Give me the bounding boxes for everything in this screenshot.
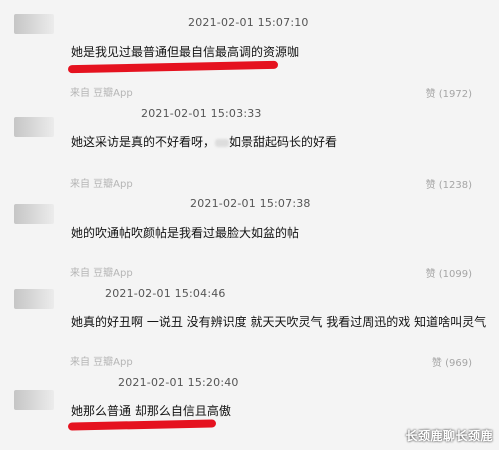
comment-time: 2021-02-01 15:03:33 [141, 107, 262, 120]
comment-source: 来自 豆瓣App [70, 357, 133, 368]
comment-card: 2021-02-01 15:03:33 她这采访是真的不好看呀， 如景甜起码长的好… [0, 103, 499, 195]
comment-text: 她那么普通 却那么自信且高傲 [71, 404, 231, 418]
comment-text-part: 如景甜起码长的好看 [229, 135, 338, 149]
avatar[interactable] [14, 289, 54, 309]
comment-time: 2021-02-01 15:04:46 [105, 287, 226, 300]
watermark: 长颈鹿聊长颈鹿 [405, 429, 493, 443]
like-count[interactable]: 赞 (969) [432, 354, 472, 369]
comment-time: 2021-02-01 15:07:10 [188, 16, 309, 29]
comment-card: 2021-02-01 15:07:38 她的吹通帖吹颜帖是我看过最脸大如盆的帖 … [0, 194, 499, 284]
comment-text: 她这采访是真的不好看呀， 如景甜起码长的好看 [71, 133, 337, 150]
comment-time: 2021-02-01 15:20:40 [118, 376, 239, 389]
like-count[interactable]: 赞 (1238) [426, 176, 472, 191]
like-count[interactable]: 赞 (1099) [426, 265, 472, 280]
avatar[interactable] [14, 390, 54, 410]
avatar[interactable] [14, 204, 54, 224]
redacted-mark [215, 138, 230, 147]
comment-text-part: 她这采访是真的不好看呀， [71, 135, 216, 149]
comment-text: 她的吹通帖吹颜帖是我看过最脸大如盆的帖 [71, 226, 300, 240]
avatar[interactable] [14, 117, 54, 137]
comment-source: 来自 豆瓣App [70, 268, 133, 279]
comment-card: 2021-02-01 15:07:10 她是我见过最普通但最自信最高调的资源咖 … [0, 0, 499, 104]
avatar[interactable] [14, 14, 54, 34]
like-count[interactable]: 赞 (1972) [426, 85, 472, 100]
red-highlight-mark [67, 60, 279, 74]
comment-feed-screenshot: 2021-02-01 15:07:10 她是我见过最普通但最自信最高调的资源咖 … [0, 0, 499, 450]
comment-source: 来自 豆瓣App [70, 88, 133, 99]
comment-card: 2021-02-01 15:04:46 她真的好丑啊 一说丑 没有辨识度 就天天… [0, 283, 499, 369]
comment-source: 来自 豆瓣App [70, 179, 133, 190]
comment-text: 她是我见过最普通但最自信最高调的资源咖 [71, 45, 300, 59]
red-highlight-mark [67, 419, 217, 431]
comment-time: 2021-02-01 15:07:38 [190, 197, 311, 210]
comment-text: 她真的好丑啊 一说丑 没有辨识度 就天天吹灵气 我看过周迅的戏 知道啥叫灵气 [71, 315, 487, 329]
